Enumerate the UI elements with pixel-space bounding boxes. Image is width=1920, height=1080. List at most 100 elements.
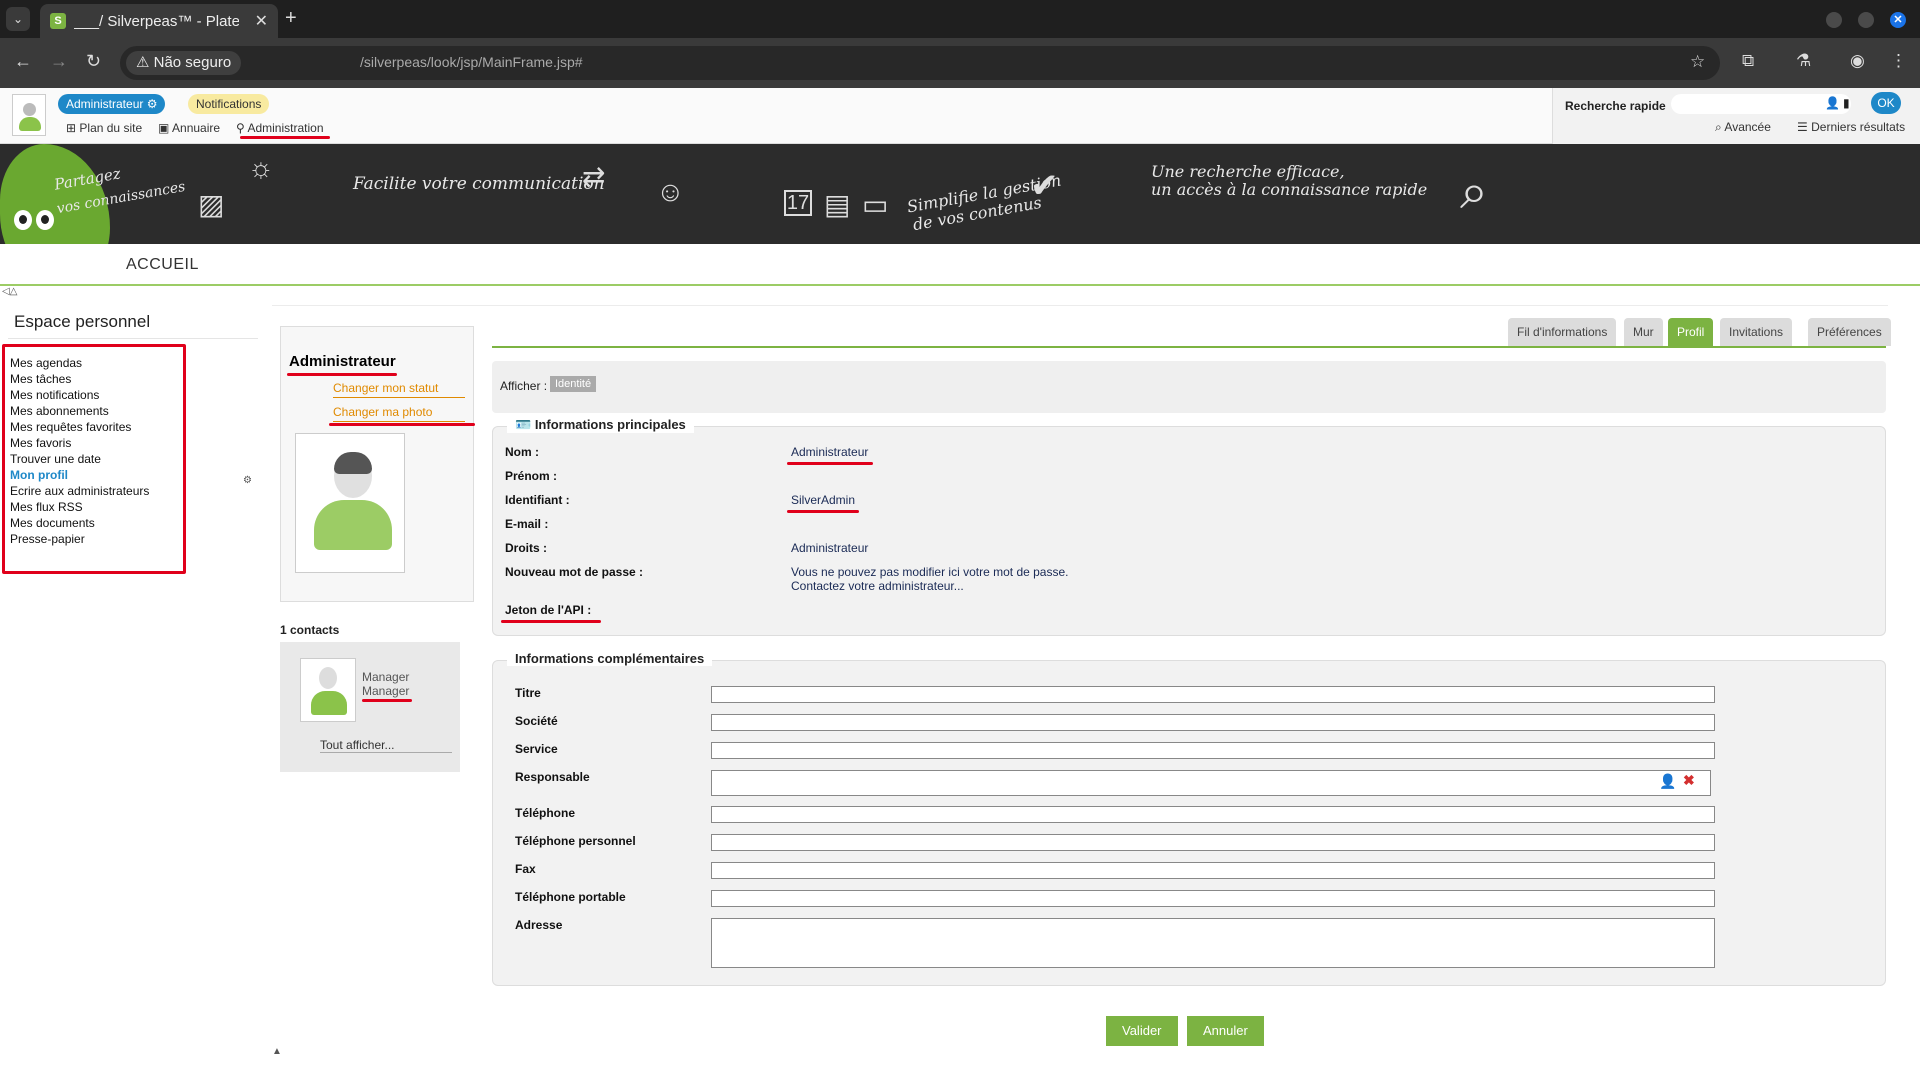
minimize-window-button[interactable]: [1826, 12, 1842, 28]
labs-flask-icon[interactable]: ⚗: [1796, 51, 1811, 71]
annotation-underline: [287, 373, 397, 376]
copy-icon[interactable]: ▮: [1843, 96, 1850, 110]
collapse-toggle-icon[interactable]: ◁△: [2, 286, 17, 297]
contact-name[interactable]: Manager: [362, 670, 409, 684]
url-text[interactable]: /silverpeas/look/jsp/MainFrame.jsp#: [360, 54, 583, 70]
login-label: Identifiant :: [505, 493, 570, 507]
directory-link[interactable]: ▣ Annuaire: [158, 121, 220, 135]
bookmark-star-icon[interactable]: ☆: [1690, 52, 1705, 72]
display-filter-bar: Afficher : Identité: [492, 361, 1886, 413]
annotation-underline: [329, 423, 475, 426]
show-all-contacts-link[interactable]: Tout afficher...: [320, 738, 452, 753]
extra-info-section: Informations complémentaires Titre Socié…: [492, 651, 1886, 986]
directory-label: Annuaire: [172, 121, 221, 135]
tab-news-feed[interactable]: Fil d'informations: [1508, 318, 1617, 346]
quick-search-panel: Recherche rapide 👤 ▮ OK ⌕ Avancée ☰ Dern…: [1552, 88, 1920, 144]
password-note-1: Vous ne pouvez pas modifier ici votre mo…: [791, 565, 1069, 579]
checkmark-icon: ✔: [1030, 167, 1059, 205]
settings-icon[interactable]: ⚙: [243, 475, 252, 486]
identity-filter-chip[interactable]: Identité: [550, 376, 597, 392]
contacts-box: Manager Manager Tout afficher...: [280, 642, 460, 772]
administration-link[interactable]: ⚲ Administration: [236, 121, 324, 135]
divider: [272, 305, 1888, 306]
sitemap-icon: ⊞: [66, 121, 77, 135]
name-value: Administrateur: [791, 445, 869, 459]
contact-role[interactable]: Manager: [362, 684, 409, 698]
title-label: Titre: [515, 686, 541, 700]
extensions-icon[interactable]: ⧉: [1742, 51, 1754, 71]
user-menu-button[interactable]: Administrateur ⚙: [58, 94, 166, 114]
contact-avatar[interactable]: [300, 658, 356, 722]
directory-icon: ▣: [158, 121, 170, 135]
email-label: E-mail :: [505, 517, 549, 531]
avatar[interactable]: [12, 94, 46, 136]
user-filter-icon[interactable]: 👤: [1825, 96, 1840, 110]
rights-value: Administrateur: [791, 541, 869, 555]
security-warning-chip[interactable]: ⚠ Não seguro: [126, 51, 242, 75]
close-window-button[interactable]: ✕: [1890, 12, 1906, 28]
gear-icon: ⚙: [146, 97, 158, 111]
company-field[interactable]: [711, 714, 1715, 731]
tab-invitations[interactable]: Invitations: [1720, 318, 1793, 346]
list-icon: ☰: [1797, 120, 1808, 134]
profile-photo: [295, 433, 405, 573]
home-nav-link[interactable]: ACCUEIL: [126, 256, 199, 274]
divider: [8, 338, 258, 339]
address-bar[interactable]: ⚠ Não seguro /silverpeas/look/jsp/MainFr…: [120, 46, 1720, 80]
forward-arrow-icon[interactable]: →: [50, 51, 68, 72]
close-tab-icon[interactable]: ✕: [255, 11, 268, 31]
firstname-label: Prénom :: [505, 469, 558, 483]
phone-field[interactable]: [711, 806, 1715, 823]
main-info-legend-label: Informations principales: [534, 417, 686, 432]
profile-icon[interactable]: ◉: [1850, 51, 1865, 71]
personal-phone-label: Téléphone personnel: [515, 834, 636, 848]
scroll-top-icon[interactable]: ▲: [272, 1046, 282, 1057]
back-arrow-icon[interactable]: ←: [14, 51, 32, 72]
search-icon: ⌕: [1715, 120, 1722, 134]
quick-search-input[interactable]: [1671, 94, 1851, 114]
personal-phone-field[interactable]: [711, 834, 1715, 851]
mobile-phone-field[interactable]: [711, 890, 1715, 907]
calendar-day: 17: [786, 192, 810, 214]
fax-field[interactable]: [711, 862, 1715, 879]
tabs-underline: [492, 346, 1886, 348]
manager-field[interactable]: [711, 770, 1711, 796]
tab-wall[interactable]: Mur: [1624, 318, 1663, 346]
select-user-icon[interactable]: 👤: [1659, 773, 1676, 790]
site-map-label: Plan du site: [79, 121, 143, 135]
last-results-link[interactable]: ☰ Derniers résultats: [1797, 120, 1905, 134]
quick-search-ok-button[interactable]: OK: [1871, 92, 1901, 114]
tab-title: ___/ Silverpeas™ - Platef: [74, 13, 239, 30]
browser-tab[interactable]: S ___/ Silverpeas™ - Platef ✕: [40, 4, 278, 38]
service-field[interactable]: [711, 742, 1715, 759]
annotation-underline: [240, 136, 330, 139]
title-field[interactable]: [711, 686, 1715, 703]
lightbulb-icon: ☼: [248, 152, 274, 183]
maximize-window-button[interactable]: [1858, 12, 1874, 28]
notifications-button[interactable]: Notifications: [188, 94, 270, 114]
clear-icon[interactable]: ✖: [1683, 772, 1695, 789]
cancel-button[interactable]: Annuler: [1187, 1016, 1264, 1046]
annotation-underline: [787, 462, 873, 465]
address-field[interactable]: [711, 918, 1715, 968]
annotation-underline: [362, 699, 412, 702]
new-tab-icon[interactable]: +: [285, 7, 297, 30]
service-label: Service: [515, 742, 558, 756]
browser-toolbar: ← → ↻ ⚠ Não seguro /silverpeas/look/jsp/…: [0, 38, 1920, 88]
menu-dots-icon[interactable]: ⋮: [1890, 51, 1907, 71]
user-label: Administrateur: [66, 97, 144, 111]
silverpeas-favicon-icon: S: [50, 13, 66, 29]
validate-button[interactable]: Valider: [1106, 1016, 1178, 1046]
reload-icon[interactable]: ↻: [86, 51, 101, 72]
annotation-underline: [501, 620, 601, 623]
change-photo-link[interactable]: Changer ma photo: [333, 405, 465, 422]
site-map-link[interactable]: ⊞ Plan du site: [66, 121, 142, 135]
tab-profile[interactable]: Profil: [1668, 318, 1714, 346]
banner-search-text-2: un accès à la connaissance rapide: [1151, 180, 1428, 199]
name-label: Nom :: [505, 445, 539, 459]
browser-tabstrip: ⌄ S ___/ Silverpeas™ - Platef ✕ + ✕: [0, 0, 1920, 38]
tab-preferences[interactable]: Préférences: [1808, 318, 1891, 346]
tab-search-button[interactable]: ⌄: [6, 7, 30, 31]
change-status-link[interactable]: Changer mon statut: [333, 381, 465, 398]
advanced-search-link[interactable]: ⌕ Avancée: [1715, 120, 1771, 135]
